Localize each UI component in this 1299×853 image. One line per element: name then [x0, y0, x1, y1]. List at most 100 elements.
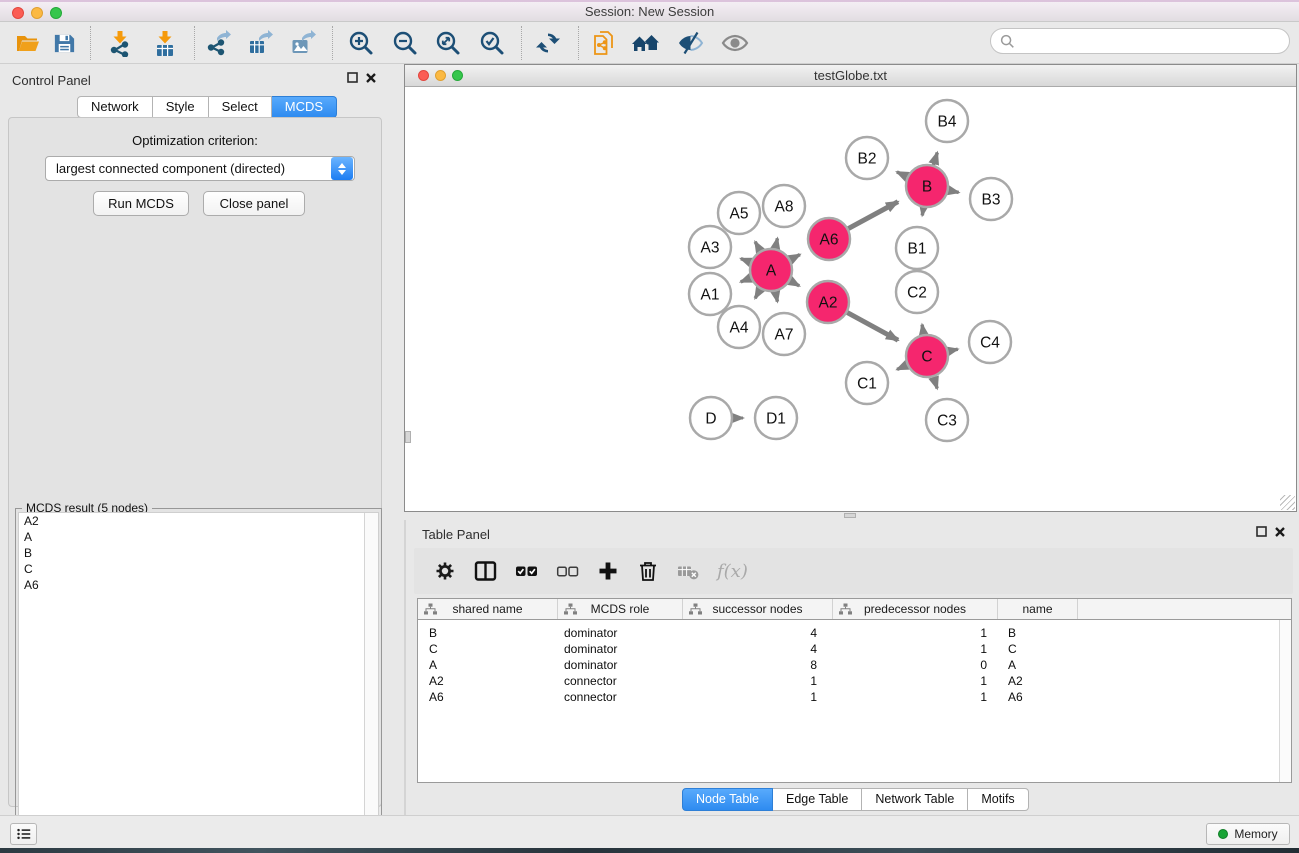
- graph-node-label: A1: [701, 287, 720, 304]
- graph-edge[interactable]: [848, 202, 898, 229]
- graph-edge[interactable]: [741, 259, 751, 263]
- toggle-graphics-details-icon[interactable]: [676, 29, 704, 57]
- graph-edge[interactable]: [948, 349, 957, 351]
- graph-edge[interactable]: [775, 292, 777, 302]
- graph-edge[interactable]: [934, 377, 938, 389]
- table-cell: A: [998, 657, 1078, 673]
- zoom-in-icon[interactable]: [347, 29, 375, 57]
- table-cell: A2: [418, 673, 558, 689]
- minimize-window-light[interactable]: [31, 7, 43, 19]
- close-panel-icon[interactable]: [366, 73, 376, 83]
- toolbar-separator: [90, 26, 91, 60]
- graph-node-label: A8: [775, 199, 794, 216]
- graph-edge[interactable]: [949, 190, 959, 192]
- result-item[interactable]: A: [19, 529, 378, 545]
- show-hide-details-icon[interactable]: [721, 29, 749, 57]
- network-canvas[interactable]: AA1A2A3A4A5A6A7A8BB1B2B3B4CC1C2C3C4DD1: [405, 87, 1296, 511]
- graph-edge[interactable]: [933, 153, 937, 165]
- deselect-all-checkboxes-icon[interactable]: [556, 560, 579, 582]
- network-window-titlebar[interactable]: testGlobe.txt: [405, 65, 1296, 87]
- graph-edge[interactable]: [755, 242, 760, 251]
- table-row[interactable]: A2connector11A2: [418, 673, 1291, 689]
- show-task-history-button[interactable]: [10, 823, 37, 845]
- close-view-light[interactable]: [418, 70, 429, 81]
- splitter-handle-left[interactable]: [405, 431, 411, 443]
- add-column-icon[interactable]: [597, 560, 619, 582]
- import-network-icon[interactable]: [106, 29, 134, 57]
- zoom-selected-icon[interactable]: [478, 29, 506, 57]
- select-all-checkboxes-icon[interactable]: [515, 560, 538, 582]
- close-table-panel-icon[interactable]: [1275, 527, 1285, 537]
- table-settings-gear-icon[interactable]: [434, 560, 456, 582]
- delete-column-icon[interactable]: [637, 560, 659, 582]
- clone-network-icon[interactable]: [591, 29, 619, 57]
- table-cell: connector: [558, 689, 683, 705]
- close-panel-button[interactable]: Close panel: [203, 191, 305, 216]
- graph-edge[interactable]: [755, 289, 760, 298]
- graph-node-label: B: [922, 179, 932, 196]
- refresh-layout-icon[interactable]: [534, 29, 562, 57]
- table-scrollbar[interactable]: [1279, 620, 1291, 782]
- tab-edge-table[interactable]: Edge Table: [773, 788, 862, 811]
- zoom-window-light[interactable]: [50, 7, 62, 19]
- tab-motifs[interactable]: Motifs: [968, 788, 1028, 811]
- tab-network[interactable]: Network: [77, 96, 153, 118]
- tab-select[interactable]: Select: [209, 96, 272, 118]
- graph-edge[interactable]: [897, 365, 907, 369]
- graph-edge[interactable]: [897, 172, 907, 177]
- column-header-predecessor-nodes[interactable]: predecessor nodes: [833, 599, 998, 619]
- table-row[interactable]: Adominator80A: [418, 657, 1291, 673]
- column-header-shared-name[interactable]: shared name: [418, 599, 558, 619]
- home-icon[interactable]: [632, 29, 660, 57]
- tab-node-table[interactable]: Node Table: [682, 788, 773, 811]
- window-resize-grip[interactable]: [1280, 495, 1295, 510]
- column-header-name[interactable]: name: [998, 599, 1078, 619]
- criterion-dropdown[interactable]: largest connected component (directed): [45, 156, 355, 181]
- graph-edge[interactable]: [847, 313, 898, 341]
- graph-edge[interactable]: [775, 238, 777, 248]
- export-network-icon[interactable]: [204, 29, 232, 57]
- result-item[interactable]: A6: [19, 577, 378, 593]
- splitter-handle-bottom[interactable]: [844, 513, 856, 518]
- split-columns-icon[interactable]: [474, 560, 497, 582]
- graph-edge[interactable]: [790, 255, 799, 260]
- status-bar: Memory: [0, 815, 1299, 848]
- table-row[interactable]: Cdominator41C: [418, 641, 1291, 657]
- graph-node-label: B3: [982, 192, 1001, 209]
- table-cell: 1: [833, 641, 998, 657]
- zoom-fit-icon[interactable]: [434, 29, 462, 57]
- graph-edge[interactable]: [790, 281, 799, 286]
- tab-mcds[interactable]: MCDS: [272, 96, 337, 118]
- tab-network-table[interactable]: Network Table: [862, 788, 968, 811]
- tab-style[interactable]: Style: [153, 96, 209, 118]
- graph-edge[interactable]: [741, 278, 751, 282]
- float-table-panel-icon[interactable]: [1256, 526, 1267, 537]
- column-header-mcds-role[interactable]: MCDS role: [558, 599, 683, 619]
- table-row[interactable]: Bdominator41B: [418, 625, 1291, 641]
- result-item[interactable]: B: [19, 545, 378, 561]
- result-list-scrollbar[interactable]: [364, 513, 378, 849]
- graph-edge[interactable]: [922, 325, 924, 335]
- memory-button[interactable]: Memory: [1206, 823, 1290, 845]
- float-panel-icon[interactable]: [347, 72, 358, 83]
- export-image-icon[interactable]: [289, 29, 317, 57]
- zoom-view-light[interactable]: [452, 70, 463, 81]
- result-item[interactable]: C: [19, 561, 378, 577]
- graph-node-label: C1: [857, 376, 877, 393]
- close-window-light[interactable]: [12, 7, 24, 19]
- graph-edge[interactable]: [922, 208, 923, 216]
- table-row[interactable]: A6connector11A6: [418, 689, 1291, 705]
- open-file-icon[interactable]: [14, 29, 42, 57]
- zoom-out-icon[interactable]: [391, 29, 419, 57]
- minimize-view-light[interactable]: [435, 70, 446, 81]
- save-session-icon[interactable]: [50, 29, 78, 57]
- run-mcds-button[interactable]: Run MCDS: [93, 191, 189, 216]
- column-header-successor-nodes[interactable]: successor nodes: [683, 599, 833, 619]
- network-graph[interactable]: AA1A2A3A4A5A6A7A8BB1B2B3B4CC1C2C3C4DD1: [405, 87, 1296, 511]
- desktop-wallpaper-strip: [0, 848, 1299, 853]
- mcds-result-list[interactable]: A2ABCA6: [18, 512, 379, 850]
- search-input[interactable]: [990, 28, 1290, 54]
- result-item[interactable]: A2: [19, 513, 378, 529]
- export-table-icon[interactable]: [246, 29, 274, 57]
- import-table-icon[interactable]: [151, 29, 179, 57]
